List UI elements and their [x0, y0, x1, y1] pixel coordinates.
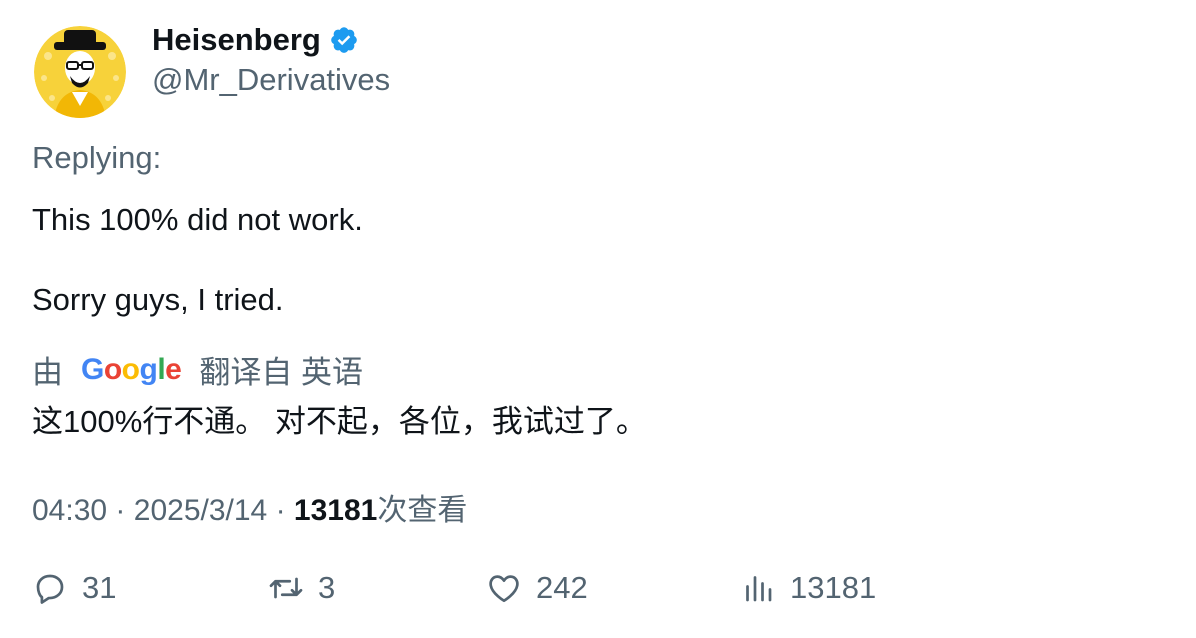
google-logo-icon[interactable]: Google — [81, 352, 182, 387]
tweet-date[interactable]: 2025/3/14 — [134, 494, 267, 527]
google-logo-letter: g — [139, 352, 158, 386]
google-logo-letter: e — [165, 352, 182, 386]
tweet-text-line: This 100% did not work. — [32, 202, 363, 237]
retweet-icon — [269, 577, 303, 599]
translation-suffix: 翻译自 英语 — [199, 355, 363, 390]
views-action-count: 13181 — [790, 570, 877, 605]
reply-icon — [36, 574, 64, 604]
translated-text: 这100%行不通。 对不起，各位，我试过了。 — [32, 404, 647, 439]
heart-icon — [489, 575, 519, 603]
reply-button[interactable]: 31 — [32, 570, 116, 606]
author-name-row[interactable]: Heisenberg — [152, 22, 359, 58]
author-avatar[interactable] — [34, 26, 126, 118]
like-button[interactable]: 242 — [486, 570, 588, 606]
views-count: 13181 — [293, 494, 378, 527]
meta-separator: · — [275, 494, 286, 527]
like-count: 242 — [536, 570, 588, 605]
reply-count: 31 — [82, 570, 117, 605]
retweet-button[interactable]: 3 — [268, 570, 335, 606]
meta-separator: · — [115, 494, 126, 527]
verified-badge-icon — [331, 27, 357, 53]
google-logo-letter: o — [103, 352, 122, 386]
author-handle[interactable]: @Mr_Derivatives — [152, 62, 390, 98]
translation-prefix: 由 — [32, 355, 63, 390]
author-display-name[interactable]: Heisenberg — [152, 22, 321, 58]
views-label: 次查看 — [377, 494, 468, 527]
heisenberg-avatar-icon — [34, 26, 126, 118]
replying-label: Replying: — [32, 140, 162, 175]
google-logo-letter: G — [81, 352, 104, 386]
tweet-meta: 04:30 · 2025/3/14 · 13181次查看 — [32, 485, 467, 529]
google-logo-letter: o — [121, 352, 140, 386]
retweet-count: 3 — [318, 570, 336, 605]
views-button[interactable]: 13181 — [740, 570, 876, 606]
translation-attribution: 由 Google 翻译自 英语 — [32, 347, 363, 392]
tweet-time[interactable]: 04:30 — [32, 494, 107, 527]
google-logo-letter: l — [157, 352, 166, 386]
tweet-text-line: Sorry guys, I tried. — [32, 282, 284, 317]
analytics-icon — [746, 576, 772, 602]
